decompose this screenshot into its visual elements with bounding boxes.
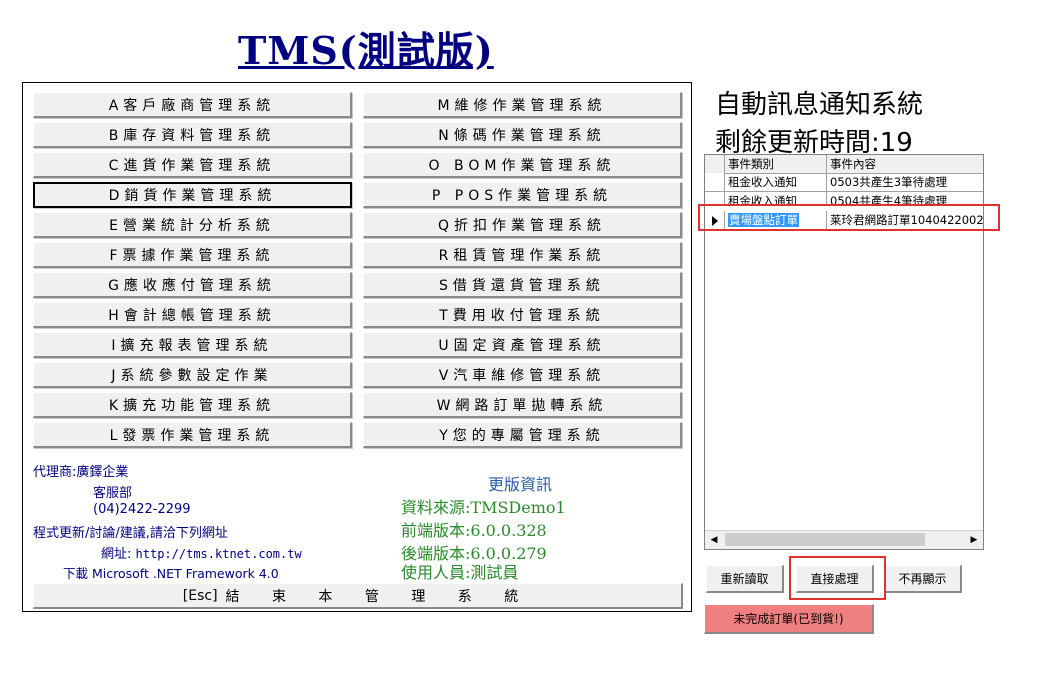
menu-button-right-11[interactable]: Y您的專屬管理系統 xyxy=(363,422,682,448)
grid-row[interactable]: 租金收入通知 0503共產生3筆待處理 xyxy=(705,173,983,192)
version-info-link[interactable]: 更版資訊 xyxy=(488,471,552,495)
feedback-text: 程式更新/討論/建議,請洽下列網址 xyxy=(33,526,228,541)
menu-button-right-1[interactable]: N條碼作業管理系統 xyxy=(363,122,682,148)
agent-dept: 客服部 xyxy=(93,486,133,501)
data-source: 資料來源:TMSDemo1 xyxy=(401,498,566,517)
frontend-version: 前端版本:6.0.0.328 xyxy=(401,521,547,540)
menu-button-right-7[interactable]: T費用收付管理系統 xyxy=(363,302,682,328)
menu-button-left-9[interactable]: J系統參數設定作業 xyxy=(33,362,352,388)
horizontal-scrollbar[interactable]: ◀ ▶ xyxy=(705,530,983,549)
agent-phone: (04)2422-2299 xyxy=(93,502,191,517)
menu-button-left-1[interactable]: B庫存資料管理系統 xyxy=(33,122,352,148)
menu-button-right-2[interactable]: O BOM作業管理系統 xyxy=(363,152,682,178)
menu-button-right-6[interactable]: S借貨還貨管理系統 xyxy=(363,272,682,298)
highlight-box-selected-row xyxy=(698,204,1000,231)
reload-button[interactable]: 重新讀取 xyxy=(706,565,784,593)
cell-content[interactable]: 0503共產生3筆待處理 xyxy=(827,173,983,192)
col-header-type[interactable]: 事件類別 xyxy=(725,155,827,174)
scroll-right-icon[interactable]: ▶ xyxy=(965,531,983,549)
exit-label: 結 束 本 管 理 系 統 xyxy=(225,588,533,605)
website-line: 網址: http://tms.ktnet.com.tw xyxy=(101,543,302,562)
app-title: TMS(測試版) xyxy=(238,28,494,73)
download-dotnet-link[interactable]: 下載 Microsoft .NET Framework 4.0 xyxy=(63,563,279,582)
menu-button-left-4[interactable]: E營業統計分析系統 xyxy=(33,212,352,238)
scrollbar-thumb[interactable] xyxy=(725,533,925,546)
menu-button-right-0[interactable]: M維修作業管理系統 xyxy=(363,92,682,118)
main-menu-panel: A客戶廠商管理系統 B庫存資料管理系統 C進貨作業管理系統 D銷貨作業管理系統 E營業統… xyxy=(22,82,692,612)
cell-type[interactable]: 租金收入通知 xyxy=(725,173,827,192)
agent-company: 廣鐸企業 xyxy=(76,465,129,480)
menu-button-left-0[interactable]: A客戶廠商管理系統 xyxy=(33,92,352,118)
menu-button-left-8[interactable]: I擴充報表管理系統 xyxy=(33,332,352,358)
menu-button-left-5[interactable]: F票據作業管理系統 xyxy=(33,242,352,268)
menu-button-right-9[interactable]: V汽車維修管理系統 xyxy=(363,362,682,388)
website-link[interactable]: http://tms.ktnet.com.tw xyxy=(136,547,302,561)
menu-button-left-10[interactable]: K擴充功能管理系統 xyxy=(33,392,352,418)
row-selector[interactable] xyxy=(705,173,725,192)
menu-button-left-2[interactable]: C進貨作業管理系統 xyxy=(33,152,352,178)
menu-button-right-10[interactable]: W網路訂單拋轉系統 xyxy=(363,392,682,418)
menu-button-right-4[interactable]: Q折扣作業管理系統 xyxy=(363,212,682,238)
highlight-box-process-button xyxy=(789,556,886,600)
menu-button-left-11[interactable]: L發票作業管理系統 xyxy=(33,422,352,448)
menu-button-right-3[interactable]: P POS作業管理系統 xyxy=(363,182,682,208)
notify-title: 自動訊息通知系統 xyxy=(715,90,924,120)
menu-button-right-8[interactable]: U固定資產管理系統 xyxy=(363,332,682,358)
agent-info: 代理商:廣鐸企業 xyxy=(33,461,128,480)
menu-button-left-3[interactable]: D銷貨作業管理系統 xyxy=(33,182,352,208)
agent-label: 代理商: xyxy=(33,465,77,480)
menu-button-left-6[interactable]: G應收應付管理系統 xyxy=(33,272,352,298)
menu-button-left-7[interactable]: H會計總帳管理系統 xyxy=(33,302,352,328)
pending-orders-button[interactable]: 未完成訂單(已到貨!) xyxy=(704,604,874,634)
grid-header: 事件類別 事件內容 xyxy=(705,155,983,174)
col-header-content[interactable]: 事件內容 xyxy=(827,155,983,174)
exit-key: [Esc] xyxy=(182,587,218,604)
do-not-show-button[interactable]: 不再顯示 xyxy=(884,565,962,593)
scroll-left-icon[interactable]: ◀ xyxy=(705,531,723,549)
current-user: 使用人員:測試員 xyxy=(401,563,519,582)
url-label: 網址: xyxy=(101,547,132,562)
exit-system-button[interactable]: [Esc] 結 束 本 管 理 系 統 xyxy=(33,583,683,609)
row-header-corner xyxy=(705,155,725,174)
menu-button-right-5[interactable]: R租賃管理作業系統 xyxy=(363,242,682,268)
